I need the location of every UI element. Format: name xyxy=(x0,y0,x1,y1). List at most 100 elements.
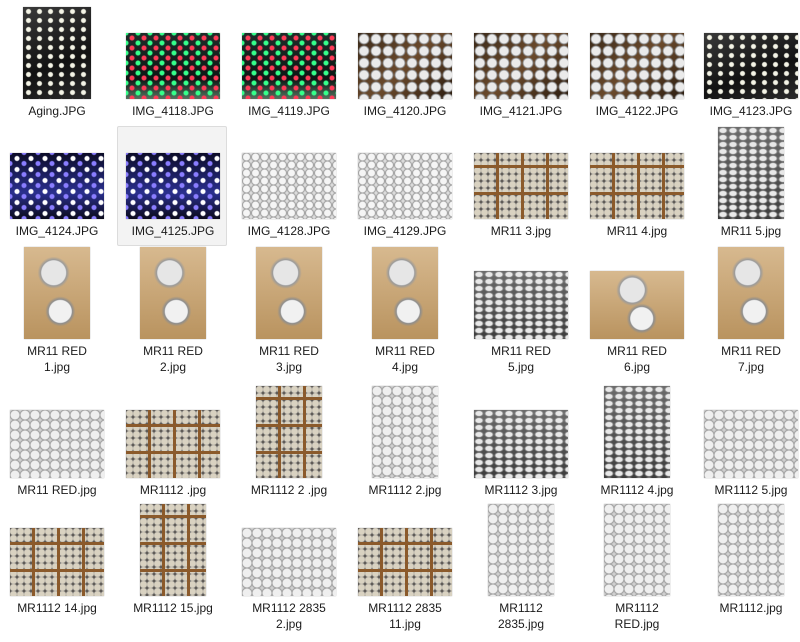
file-name-label: MR1112 2835 11.jpg xyxy=(368,601,442,631)
file-thumbnail-grid: Aging.JPG IMG_4118.JPG IMG_4119.JPG IMG_412… xyxy=(0,0,800,642)
image-thumbnail[interactable] xyxy=(590,33,684,99)
file-item[interactable]: MR1112 4.jpg xyxy=(581,385,691,520)
file-name-label: MR1112 5.jpg xyxy=(714,483,788,497)
image-thumbnail[interactable] xyxy=(10,153,104,219)
image-thumbnail[interactable] xyxy=(242,153,336,219)
file-item[interactable]: IMG_4122.JPG xyxy=(581,6,691,126)
image-thumbnail[interactable] xyxy=(704,33,798,99)
image-thumbnail[interactable] xyxy=(718,504,784,596)
file-name-label: MR1112 3.jpg xyxy=(484,483,558,497)
file-item[interactable]: MR11 RED 3.jpg xyxy=(233,246,343,381)
file-name-label: IMG_4119.JPG xyxy=(248,104,330,118)
image-thumbnail[interactable] xyxy=(256,386,322,478)
file-name-label: IMG_4129.JPG xyxy=(363,224,447,238)
file-item[interactable]: IMG_4123.JPG xyxy=(695,6,800,126)
file-item[interactable]: MR1112 2835 2.jpg xyxy=(233,503,343,638)
file-name-label: IMG_4118.JPG xyxy=(132,104,214,118)
file-name-label: MR11 RED 2.jpg xyxy=(143,344,203,374)
file-name-label: MR11 RED 3.jpg xyxy=(259,344,319,374)
file-name-label: IMG_4121.JPG xyxy=(479,104,563,118)
image-thumbnail[interactable] xyxy=(474,271,568,339)
file-name-label: MR1112 2835 2.jpg xyxy=(252,601,326,631)
image-thumbnail[interactable] xyxy=(358,153,452,219)
file-name-label: MR1112 .jpg xyxy=(139,483,207,497)
file-item[interactable]: MR11 5.jpg xyxy=(695,126,800,246)
file-name-label: MR1112.jpg xyxy=(719,601,783,615)
file-item[interactable]: MR1112.jpg xyxy=(695,503,800,638)
image-thumbnail[interactable] xyxy=(372,386,438,478)
image-thumbnail[interactable] xyxy=(358,33,452,99)
file-name-label: MR11 RED 7.jpg xyxy=(721,344,781,374)
image-thumbnail[interactable] xyxy=(474,410,568,478)
image-thumbnail[interactable] xyxy=(474,33,568,99)
file-item[interactable]: IMG_4125.JPG xyxy=(117,126,227,246)
file-item[interactable]: IMG_4121.JPG xyxy=(465,6,575,126)
image-thumbnail[interactable] xyxy=(140,504,206,596)
image-thumbnail[interactable] xyxy=(358,528,452,596)
file-name-label: MR11 3.jpg xyxy=(490,224,552,238)
image-thumbnail[interactable] xyxy=(488,504,554,596)
image-thumbnail[interactable] xyxy=(590,153,684,219)
file-name-label: IMG_4123.JPG xyxy=(709,104,793,118)
file-item[interactable]: MR11 RED 4.jpg xyxy=(349,246,459,381)
file-item[interactable]: MR11 RED.jpg xyxy=(1,385,111,520)
file-name-label: IMG_4122.JPG xyxy=(595,104,679,118)
file-item[interactable]: IMG_4124.JPG xyxy=(1,126,111,246)
file-item[interactable]: MR11 RED 5.jpg xyxy=(465,246,575,381)
file-item[interactable]: IMG_4128.JPG xyxy=(233,126,343,246)
image-thumbnail[interactable] xyxy=(256,247,322,339)
image-thumbnail[interactable] xyxy=(24,247,90,339)
file-name-label: MR1112 14.jpg xyxy=(17,601,97,615)
file-item[interactable]: MR1112 5.jpg xyxy=(695,385,800,520)
file-name-label: MR11 4.jpg xyxy=(606,224,668,238)
file-item[interactable]: MR11 RED 6.jpg xyxy=(581,246,691,381)
file-item[interactable]: MR1112 2835 11.jpg xyxy=(349,503,459,638)
image-thumbnail[interactable] xyxy=(126,410,220,478)
file-name-label: MR1112 RED.jpg xyxy=(614,601,660,631)
file-name-label: IMG_4124.JPG xyxy=(15,224,99,238)
image-thumbnail[interactable] xyxy=(140,247,206,339)
file-item[interactable]: MR1112 15.jpg xyxy=(117,503,227,638)
image-thumbnail[interactable] xyxy=(718,127,784,219)
file-item[interactable]: MR1112 3.jpg xyxy=(465,385,575,520)
file-item[interactable]: MR1112 .jpg xyxy=(117,385,227,520)
file-item[interactable]: MR11 RED 7.jpg xyxy=(695,246,800,381)
file-item[interactable]: MR11 RED 2.jpg xyxy=(117,246,227,381)
file-item[interactable]: IMG_4119.JPG xyxy=(233,6,343,126)
image-thumbnail[interactable] xyxy=(718,247,784,339)
file-name-label: MR11 RED 1.jpg xyxy=(27,344,87,374)
image-thumbnail[interactable] xyxy=(604,386,670,478)
image-thumbnail[interactable] xyxy=(474,153,568,219)
file-item[interactable]: MR1112 RED.jpg xyxy=(581,503,691,638)
file-name-label: IMG_4120.JPG xyxy=(363,104,447,118)
file-item[interactable]: Aging.JPG xyxy=(1,6,111,126)
file-name-label: MR11 5.jpg xyxy=(720,224,782,238)
file-item[interactable]: IMG_4120.JPG xyxy=(349,6,459,126)
file-item[interactable]: MR11 RED 1.jpg xyxy=(1,246,111,381)
file-item[interactable]: IMG_4129.JPG xyxy=(349,126,459,246)
file-item[interactable]: MR1112 2.jpg xyxy=(349,385,459,520)
image-thumbnail[interactable] xyxy=(23,7,91,99)
file-item[interactable]: MR11 4.jpg xyxy=(581,126,691,246)
file-name-label: MR11 RED 5.jpg xyxy=(491,344,551,374)
file-item[interactable]: MR1112 14.jpg xyxy=(1,503,111,638)
file-item[interactable]: MR1112 2835.jpg xyxy=(465,503,575,638)
image-thumbnail[interactable] xyxy=(126,33,220,99)
file-name-label: MR1112 15.jpg xyxy=(133,601,213,615)
image-thumbnail[interactable] xyxy=(372,247,438,339)
image-thumbnail[interactable] xyxy=(10,410,104,478)
file-name-label: IMG_4128.JPG xyxy=(247,224,331,238)
file-name-label: MR1112 2.jpg xyxy=(368,483,442,497)
image-thumbnail[interactable] xyxy=(604,504,670,596)
file-name-label: MR11 RED 6.jpg xyxy=(607,344,667,374)
file-item[interactable]: IMG_4118.JPG xyxy=(117,6,227,126)
file-name-label: Aging.JPG xyxy=(28,104,86,118)
image-thumbnail[interactable] xyxy=(704,410,798,478)
image-thumbnail[interactable] xyxy=(126,153,220,219)
file-item[interactable]: MR11 3.jpg xyxy=(465,126,575,246)
image-thumbnail[interactable] xyxy=(590,271,684,339)
image-thumbnail[interactable] xyxy=(242,33,336,99)
image-thumbnail[interactable] xyxy=(10,528,104,596)
file-item[interactable]: MR1112 2 .jpg xyxy=(233,385,343,520)
image-thumbnail[interactable] xyxy=(242,528,336,596)
